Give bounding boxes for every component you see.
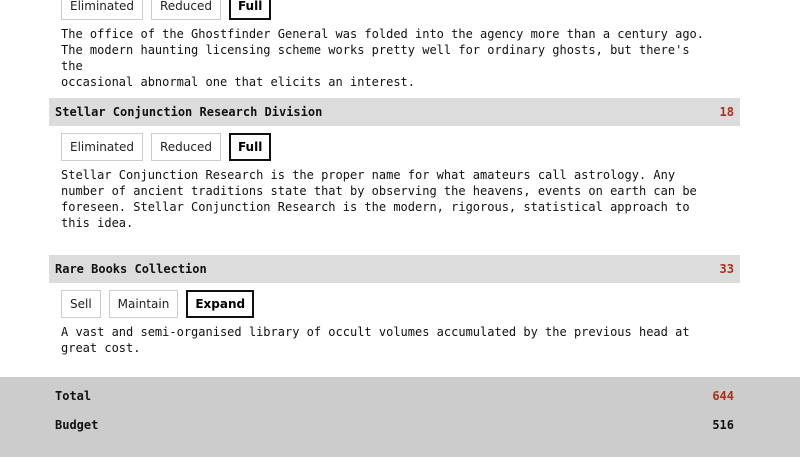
budget-summary-footer: Total 644 Budget 516	[0, 377, 800, 457]
option-full-button[interactable]: Full	[228, 133, 272, 161]
description-line: occasional abnormal one that elicits an …	[61, 75, 416, 89]
option-eliminated-button[interactable]: Eliminated	[61, 133, 143, 161]
option-full-button[interactable]: Full	[228, 0, 272, 20]
option-sell-button[interactable]: Sell	[61, 290, 101, 318]
section-cost: 18	[719, 105, 734, 119]
stellar-description: Stellar Conjunction Research is the prop…	[61, 167, 711, 231]
option-reduced-button[interactable]: Reduced	[150, 0, 221, 20]
section-title: Rare Books Collection	[55, 262, 207, 276]
budget-value: 516	[712, 418, 734, 432]
description-line: Stellar Conjunction Research is the prop…	[61, 168, 676, 182]
stellar-options: Eliminated Reduced Full	[61, 133, 272, 161]
budget-row: Budget 516	[55, 418, 734, 432]
total-row: Total 644	[55, 389, 734, 403]
section-header-rare-books: Rare Books Collection 33	[49, 255, 740, 283]
budget-label: Budget	[55, 418, 99, 432]
option-eliminated-button[interactable]: Eliminated	[61, 0, 143, 20]
description-line: number of ancient traditions state that …	[61, 184, 697, 198]
section-cost: 33	[719, 262, 734, 276]
option-reduced-button[interactable]: Reduced	[150, 133, 221, 161]
description-line: The modern haunting licensing scheme wor…	[61, 43, 690, 73]
total-value: 644	[712, 389, 734, 403]
description-line: this idea.	[61, 216, 134, 230]
description-line: great cost.	[61, 341, 141, 355]
description-line: foreseen. Stellar Conjunction Research i…	[61, 200, 690, 214]
description-line: The office of the Ghostfinder General wa…	[61, 27, 704, 41]
option-expand-button[interactable]: Expand	[186, 290, 255, 318]
description-line: A vast and semi-organised library of occ…	[61, 325, 690, 339]
section-title: Stellar Conjunction Research Division	[55, 105, 323, 119]
rare-books-options: Sell Maintain Expand	[61, 290, 255, 318]
total-label: Total	[55, 389, 92, 403]
rare-books-description: A vast and semi-organised library of occ…	[61, 324, 711, 356]
ghostfinder-options: Eliminated Reduced Full	[61, 0, 272, 20]
section-header-stellar: Stellar Conjunction Research Division 18	[49, 98, 740, 126]
ghostfinder-description: The office of the Ghostfinder General wa…	[61, 26, 711, 90]
option-maintain-button[interactable]: Maintain	[108, 290, 179, 318]
